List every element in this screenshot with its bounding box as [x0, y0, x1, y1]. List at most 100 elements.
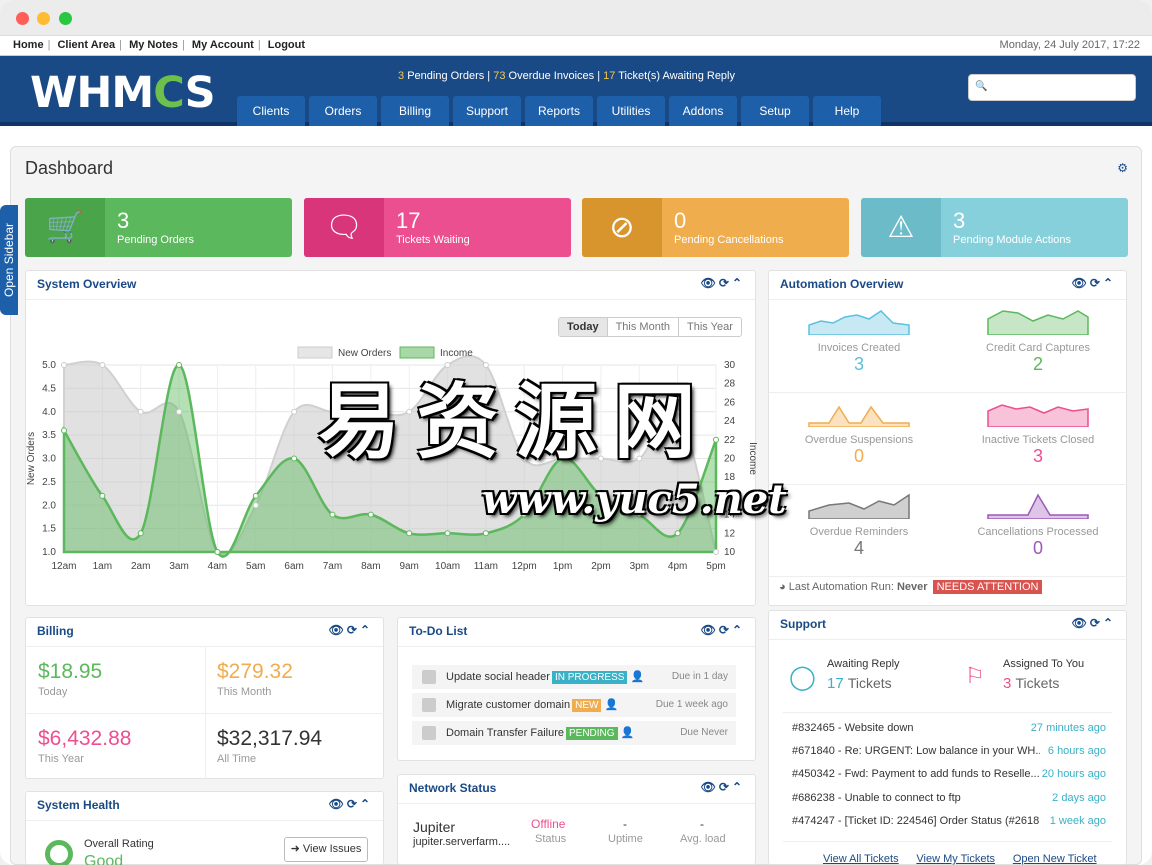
- view-my-tickets-link[interactable]: View My Tickets: [916, 853, 995, 865]
- todo-item[interactable]: Update social header IN PROGRESS 👤 Due in…: [412, 665, 736, 689]
- y2-tick-label: 24: [724, 416, 736, 427]
- overall-rating-label: Overall Rating: [84, 838, 154, 850]
- view-all-tickets-link[interactable]: View All Tickets: [823, 853, 899, 865]
- refresh-icon[interactable]: ⟳: [719, 276, 732, 290]
- nav-setup[interactable]: Setup: [741, 96, 809, 126]
- pending-orders-text[interactable]: Pending Orders: [407, 70, 484, 82]
- billing-label: This Month: [217, 686, 272, 698]
- open-new-ticket-link[interactable]: Open New Ticket: [1013, 853, 1097, 865]
- collapse-icon[interactable]: ⌃: [732, 276, 745, 290]
- hide-icon[interactable]: 👁: [329, 623, 347, 637]
- nav-utilities[interactable]: Utilities: [597, 96, 665, 126]
- sparkline-area: [808, 310, 910, 336]
- automation-label: Credit Card Captures: [986, 342, 1090, 354]
- automation-item[interactable]: Invoices Created 3: [769, 307, 949, 375]
- todo-item[interactable]: Migrate customer domain NEW 👤 Due 1 week …: [412, 693, 736, 717]
- tile-pending-cancellations[interactable]: ⊘ 0 Pending Cancellations: [582, 198, 849, 257]
- system-health-panel: System Health 👁⟳⌃ Overall Rating Good ➜ …: [25, 791, 384, 865]
- server-load-label: Avg. load: [680, 833, 726, 845]
- hide-icon[interactable]: 👁: [701, 623, 719, 637]
- top-link-home[interactable]: Home: [13, 39, 44, 51]
- minimize-window-button[interactable]: [37, 12, 50, 25]
- nav-help[interactable]: Help: [813, 96, 881, 126]
- refresh-icon[interactable]: ⟳: [719, 780, 732, 794]
- hide-icon[interactable]: 👁: [1072, 276, 1090, 290]
- ticket-row[interactable]: #686238 - Unable to connect to ftp 2 days…: [792, 792, 1106, 810]
- collapse-icon[interactable]: ⌃: [1103, 276, 1116, 290]
- open-sidebar-tab[interactable]: Open Sidebar: [0, 205, 18, 315]
- tile-tickets-waiting[interactable]: 🗨 17 Tickets Waiting: [304, 198, 571, 257]
- tickets-awaiting-text[interactable]: Ticket(s) Awaiting Reply: [618, 70, 735, 82]
- x-tick-label: 2pm: [591, 561, 610, 572]
- sparkline-area: [808, 405, 910, 428]
- hide-icon[interactable]: 👁: [701, 276, 719, 290]
- collapse-icon[interactable]: ⌃: [360, 623, 373, 637]
- logo-gear: C: [153, 68, 185, 118]
- hide-icon[interactable]: 👁: [701, 780, 719, 794]
- billing-panel: Billing 👁⟳⌃ $18.95 Today $279.32 This Mo…: [25, 617, 385, 780]
- refresh-icon[interactable]: ⟳: [1090, 616, 1103, 630]
- nav-addons[interactable]: Addons: [669, 96, 737, 126]
- todo-item[interactable]: Domain Transfer Failure PENDING 👤 Due Nev…: [412, 721, 736, 745]
- collapse-icon[interactable]: ⌃: [1103, 616, 1116, 630]
- tile-label: Pending Cancellations: [674, 234, 784, 246]
- top-link-my-account[interactable]: My Account: [192, 39, 254, 51]
- clock-icon: ◕: [779, 581, 786, 593]
- automation-item[interactable]: Overdue Suspensions 0: [769, 399, 949, 467]
- refresh-icon[interactable]: ⟳: [719, 623, 732, 637]
- gear-icon[interactable]: ⚙: [1117, 161, 1128, 175]
- y2-tick-label: 10: [724, 547, 736, 558]
- top-link-logout[interactable]: Logout: [268, 39, 305, 51]
- collapse-icon[interactable]: ⌃: [732, 780, 745, 794]
- nav-clients[interactable]: Clients: [237, 96, 305, 126]
- ticket-row[interactable]: #474247 - [Ticket ID: 224546] Order Stat…: [792, 815, 1106, 833]
- todo-checkbox[interactable]: [422, 698, 436, 712]
- y-tick-label: 4.0: [42, 407, 56, 418]
- automation-item[interactable]: Cancellations Processed 0: [948, 491, 1128, 559]
- top-link-client-area[interactable]: Client Area: [57, 39, 115, 51]
- collapse-icon[interactable]: ⌃: [360, 797, 373, 811]
- todo-checkbox[interactable]: [422, 726, 436, 740]
- pending-orders-count[interactable]: 3: [398, 70, 404, 82]
- count: 17: [827, 675, 844, 692]
- automation-item[interactable]: Inactive Tickets Closed 3: [948, 399, 1128, 467]
- todo-title: Migrate customer domain: [446, 699, 571, 711]
- tile-pending-orders[interactable]: 🛒 3 Pending Orders: [25, 198, 292, 257]
- close-window-button[interactable]: [16, 12, 29, 25]
- ticket-row[interactable]: #450342 - Fwd: Payment to add funds to R…: [792, 768, 1106, 786]
- top-link-my-notes[interactable]: My Notes: [129, 39, 178, 51]
- search-input[interactable]: 🔍: [968, 74, 1136, 101]
- nav-support[interactable]: Support: [453, 96, 521, 126]
- maximize-window-button[interactable]: [59, 12, 72, 25]
- ticket-row[interactable]: #671840 - Re: URGENT: Low balance in you…: [792, 745, 1106, 763]
- tile-pending-module-actions[interactable]: ⚠ 3 Pending Module Actions: [861, 198, 1128, 257]
- x-tick-label: 12am: [51, 561, 76, 572]
- automation-item[interactable]: Overdue Reminders 4: [769, 491, 949, 559]
- todo-title: Domain Transfer Failure: [446, 727, 564, 739]
- needs-attention-badge: NEEDS ATTENTION: [932, 580, 1043, 594]
- nav-orders[interactable]: Orders: [309, 96, 377, 126]
- nav-billing[interactable]: Billing: [381, 96, 449, 126]
- refresh-icon[interactable]: ⟳: [347, 623, 360, 637]
- ticket-row[interactable]: #832465 - Website down 27 minutes ago: [792, 722, 1106, 740]
- collapse-icon[interactable]: ⌃: [732, 623, 745, 637]
- overdue-invoices-text[interactable]: Overdue Invoices: [509, 70, 595, 82]
- hide-icon[interactable]: 👁: [1072, 616, 1090, 630]
- assigned-to-you-count[interactable]: 3 Tickets: [1003, 675, 1059, 692]
- hide-icon[interactable]: 👁: [329, 797, 347, 811]
- awaiting-reply-count[interactable]: 17 Tickets: [827, 675, 892, 692]
- x-tick-label: 3am: [169, 561, 188, 572]
- view-issues-button[interactable]: ➜ View Issues: [284, 837, 368, 862]
- tickets-awaiting-count[interactable]: 17: [603, 70, 615, 82]
- x-tick-label: 9am: [399, 561, 418, 572]
- automation-value: 0: [1032, 538, 1043, 558]
- todo-checkbox[interactable]: [422, 670, 436, 684]
- refresh-icon[interactable]: ⟳: [347, 797, 360, 811]
- refresh-icon[interactable]: ⟳: [1090, 276, 1103, 290]
- overdue-invoices-count[interactable]: 73: [493, 70, 505, 82]
- whmcs-logo[interactable]: WHMCS: [30, 68, 216, 118]
- billing-this-month: $279.32 This Month: [217, 660, 293, 698]
- automation-item[interactable]: Credit Card Captures 2: [948, 307, 1128, 375]
- ticket-age: 27 minutes ago: [1030, 722, 1106, 734]
- nav-reports[interactable]: Reports: [525, 96, 593, 126]
